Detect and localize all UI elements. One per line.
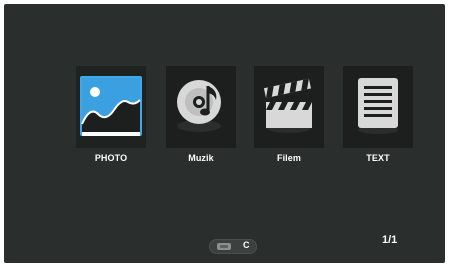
tile-text-label: TEXT — [366, 153, 390, 163]
movie-icon — [263, 78, 312, 133]
media-browser-screen: PHOTO Muzik Filem TEXT C 1/1 — [4, 4, 445, 263]
photo-icon — [80, 76, 142, 136]
source-indicator[interactable]: C — [209, 239, 257, 254]
tile-photo-label: PHOTO — [94, 153, 128, 163]
tile-music[interactable]: Muzik — [166, 66, 236, 166]
text-icon — [358, 78, 398, 134]
tile-movie-label: Filem — [276, 153, 301, 163]
drive-letter: C — [243, 240, 250, 250]
page-indicator: 1/1 — [382, 234, 398, 246]
music-icon — [177, 80, 221, 132]
tile-text[interactable]: TEXT — [343, 66, 413, 166]
usb-drive-icon — [217, 243, 231, 250]
media-type-menu: PHOTO Muzik Filem TEXT — [76, 66, 416, 166]
tile-movie[interactable]: Filem — [254, 66, 324, 166]
tile-photo[interactable]: PHOTO — [76, 66, 146, 166]
tile-music-label: Muzik — [188, 153, 214, 163]
